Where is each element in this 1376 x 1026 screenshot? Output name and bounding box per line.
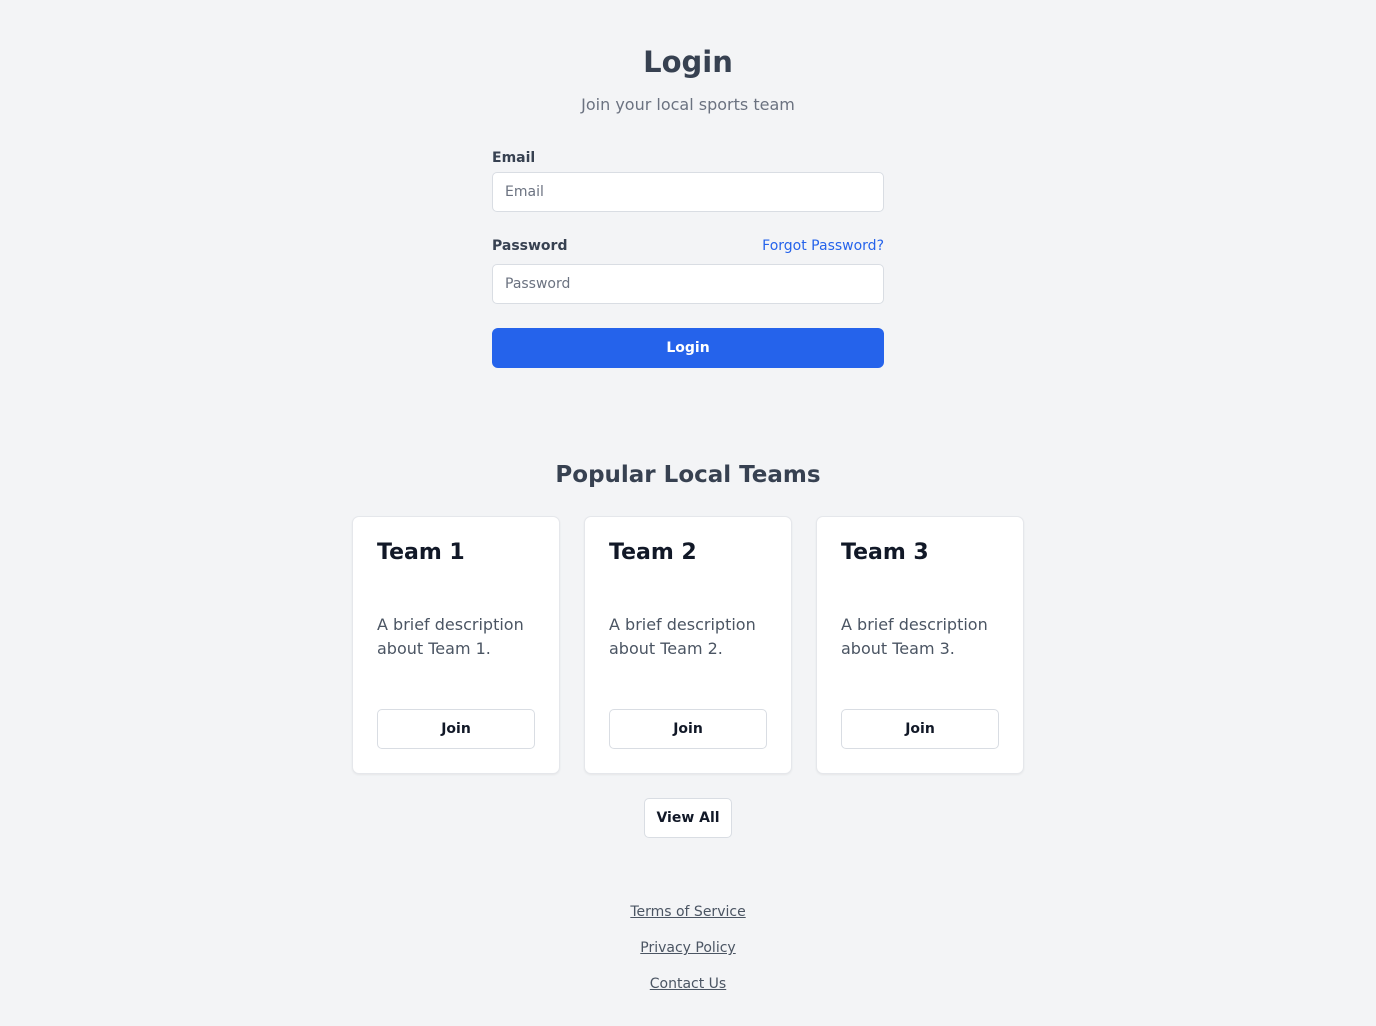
privacy-policy-link[interactable]: Privacy Policy: [640, 940, 735, 956]
footer-link-row: Privacy Policy: [0, 938, 1376, 958]
team-name: Team 1: [377, 540, 465, 565]
email-input[interactable]: [492, 172, 884, 212]
login-subtitle: Join your local sports team: [581, 95, 795, 114]
teams-section-title: Popular Local Teams: [555, 462, 821, 488]
page: Login Join your local sports team Email …: [0, 0, 1376, 1026]
team-description: A brief description about Team 1.: [377, 615, 524, 658]
join-team-3-button[interactable]: Join: [841, 709, 999, 749]
email-label: Email: [492, 150, 536, 166]
team-card: Team 1 A brief description about Team 1.…: [352, 516, 560, 774]
team-description: A brief description about Team 2.: [609, 615, 756, 658]
login-title: Login: [643, 45, 733, 79]
team-card: Team 2 A brief description about Team 2.…: [584, 516, 792, 774]
password-label: Password: [492, 238, 568, 254]
team-name: Team 3: [841, 540, 929, 565]
join-team-2-button[interactable]: Join: [609, 709, 767, 749]
view-all-button[interactable]: View All: [644, 798, 732, 838]
password-input[interactable]: [492, 264, 884, 304]
contact-us-link[interactable]: Contact Us: [650, 976, 726, 992]
footer-link-row: Contact Us: [0, 974, 1376, 994]
team-description: A brief description about Team 3.: [841, 615, 988, 658]
team-card: Team 3 A brief description about Team 3.…: [816, 516, 1024, 774]
login-button[interactable]: Login: [492, 328, 884, 368]
join-team-1-button[interactable]: Join: [377, 709, 535, 749]
footer-link-row: Terms of Service: [0, 902, 1376, 922]
forgot-password-link[interactable]: Forgot Password?: [762, 236, 884, 256]
terms-of-service-link[interactable]: Terms of Service: [630, 904, 745, 920]
team-name: Team 2: [609, 540, 697, 565]
